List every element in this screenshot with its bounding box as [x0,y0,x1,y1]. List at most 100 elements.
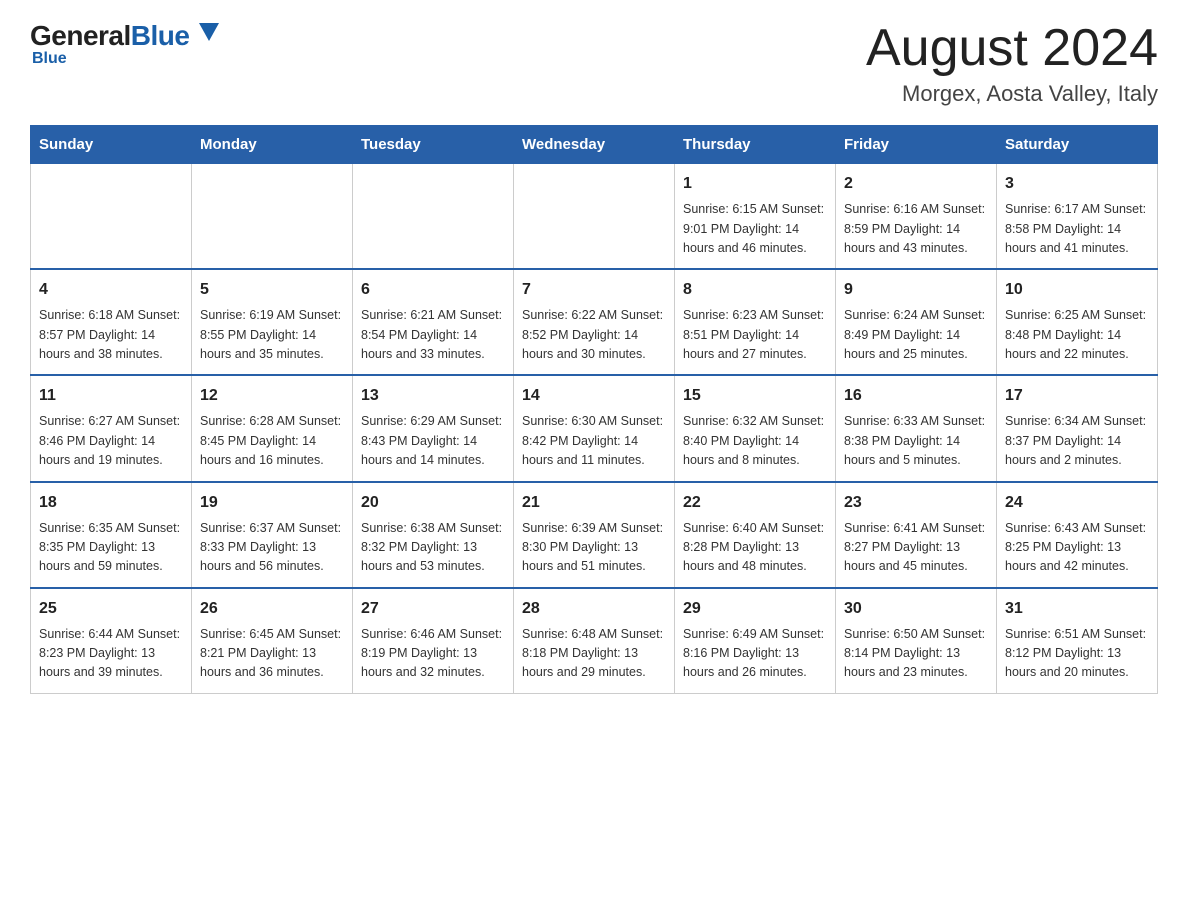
day-info: Sunrise: 6:30 AM Sunset: 8:42 PM Dayligh… [522,412,666,470]
day-number: 16 [844,384,988,408]
calendar-cell: 4 Sunrise: 6:18 AM Sunset: 8:57 PM Daylig… [31,269,192,375]
calendar-cell [192,164,353,270]
day-number: 14 [522,384,666,408]
calendar-cell: 28 Sunrise: 6:48 AM Sunset: 8:18 PM Dayli… [514,588,675,694]
calendar-cell: 5Sunrise: 6:19 AM Sunset: 8:55 PM Daylig… [192,269,353,375]
calendar-cell: 9 Sunrise: 6:24 AM Sunset: 8:49 PM Daylig… [836,269,997,375]
calendar-cell: 7Sunrise: 6:22 AM Sunset: 8:52 PM Daylig… [514,269,675,375]
day-info: Sunrise: 6:38 AM Sunset: 8:32 PM Dayligh… [361,519,505,577]
day-info: Sunrise: 6:41 AM Sunset: 8:27 PM Dayligh… [844,519,988,577]
day-info: Sunrise: 6:32 AM Sunset: 8:40 PM Dayligh… [683,412,827,470]
calendar-week-5: 25 Sunrise: 6:44 AM Sunset: 8:23 PM Dayli… [31,588,1158,694]
calendar-week-3: 11 Sunrise: 6:27 AM Sunset: 8:46 PM Dayli… [31,375,1158,481]
calendar-cell: 27 Sunrise: 6:46 AM Sunset: 8:19 PM Dayli… [353,588,514,694]
day-number: 28 [522,597,666,621]
day-number: 15 [683,384,827,408]
calendar-cell: 19Sunrise: 6:37 AM Sunset: 8:33 PM Dayli… [192,482,353,588]
calendar-week-2: 4 Sunrise: 6:18 AM Sunset: 8:57 PM Daylig… [31,269,1158,375]
calendar-cell: 17 Sunrise: 6:34 AM Sunset: 8:37 PM Dayli… [997,375,1158,481]
day-number: 23 [844,491,988,515]
calendar-cell: 26Sunrise: 6:45 AM Sunset: 8:21 PM Dayli… [192,588,353,694]
day-info: Sunrise: 6:39 AM Sunset: 8:30 PM Dayligh… [522,519,666,577]
day-number: 26 [200,597,344,621]
calendar-cell: 13 Sunrise: 6:29 AM Sunset: 8:43 PM Dayli… [353,375,514,481]
day-info: Sunrise: 6:21 AM Sunset: 8:54 PM Dayligh… [361,306,505,364]
calendar-header-monday: Monday [192,126,353,164]
month-title: August 2024 [866,20,1158,77]
day-info: Sunrise: 6:23 AM Sunset: 8:51 PM Dayligh… [683,306,827,364]
calendar-cell: 3 Sunrise: 6:17 AM Sunset: 8:58 PM Daylig… [997,164,1158,270]
day-info: Sunrise: 6:35 AM Sunset: 8:35 PM Dayligh… [39,519,183,577]
day-info: Sunrise: 6:51 AM Sunset: 8:12 PM Dayligh… [1005,625,1149,683]
calendar-cell: 2 Sunrise: 6:16 AM Sunset: 8:59 PM Daylig… [836,164,997,270]
calendar-cell: 31Sunrise: 6:51 AM Sunset: 8:12 PM Dayli… [997,588,1158,694]
day-info: Sunrise: 6:24 AM Sunset: 8:49 PM Dayligh… [844,306,988,364]
day-number: 21 [522,491,666,515]
calendar-cell: 30 Sunrise: 6:50 AM Sunset: 8:14 PM Dayli… [836,588,997,694]
day-info: Sunrise: 6:17 AM Sunset: 8:58 PM Dayligh… [1005,200,1149,258]
calendar-cell: 10Sunrise: 6:25 AM Sunset: 8:48 PM Dayli… [997,269,1158,375]
day-number: 6 [361,278,505,302]
calendar-cell: 24 Sunrise: 6:43 AM Sunset: 8:25 PM Dayli… [997,482,1158,588]
calendar-cell [353,164,514,270]
day-info: Sunrise: 6:46 AM Sunset: 8:19 PM Dayligh… [361,625,505,683]
day-number: 17 [1005,384,1149,408]
day-info: Sunrise: 6:43 AM Sunset: 8:25 PM Dayligh… [1005,519,1149,577]
day-info: Sunrise: 6:49 AM Sunset: 8:16 PM Dayligh… [683,625,827,683]
day-number: 7 [522,278,666,302]
day-number: 8 [683,278,827,302]
day-number: 30 [844,597,988,621]
calendar-cell: 14 Sunrise: 6:30 AM Sunset: 8:42 PM Dayli… [514,375,675,481]
day-number: 3 [1005,172,1149,196]
calendar-cell: 11 Sunrise: 6:27 AM Sunset: 8:46 PM Dayli… [31,375,192,481]
day-info: Sunrise: 6:50 AM Sunset: 8:14 PM Dayligh… [844,625,988,683]
calendar-cell: 22Sunrise: 6:40 AM Sunset: 8:28 PM Dayli… [675,482,836,588]
logo-text: General Blue [30,20,219,52]
day-info: Sunrise: 6:44 AM Sunset: 8:23 PM Dayligh… [39,625,183,683]
calendar-header-wednesday: Wednesday [514,126,675,164]
day-info: Sunrise: 6:28 AM Sunset: 8:45 PM Dayligh… [200,412,344,470]
calendar-cell: 25 Sunrise: 6:44 AM Sunset: 8:23 PM Dayli… [31,588,192,694]
day-number: 1 [683,172,827,196]
day-info: Sunrise: 6:15 AM Sunset: 9:01 PM Dayligh… [683,200,827,258]
calendar-cell: 21 Sunrise: 6:39 AM Sunset: 8:30 PM Dayli… [514,482,675,588]
calendar-week-1: 1 Sunrise: 6:15 AM Sunset: 9:01 PM Daylig… [31,164,1158,270]
day-number: 27 [361,597,505,621]
day-number: 18 [39,491,183,515]
calendar-cell: 15 Sunrise: 6:32 AM Sunset: 8:40 PM Dayli… [675,375,836,481]
calendar-header-thursday: Thursday [675,126,836,164]
day-info: Sunrise: 6:33 AM Sunset: 8:38 PM Dayligh… [844,412,988,470]
logo-general: General [30,20,131,52]
day-info: Sunrise: 6:16 AM Sunset: 8:59 PM Dayligh… [844,200,988,258]
day-number: 11 [39,384,183,408]
day-number: 2 [844,172,988,196]
day-number: 10 [1005,278,1149,302]
day-number: 29 [683,597,827,621]
title-area: August 2024 Morgex, Aosta Valley, Italy [866,20,1158,107]
day-number: 25 [39,597,183,621]
day-number: 13 [361,384,505,408]
calendar-cell: 20Sunrise: 6:38 AM Sunset: 8:32 PM Dayli… [353,482,514,588]
day-number: 4 [39,278,183,302]
day-number: 9 [844,278,988,302]
day-info: Sunrise: 6:37 AM Sunset: 8:33 PM Dayligh… [200,519,344,577]
calendar-header-saturday: Saturday [997,126,1158,164]
day-info: Sunrise: 6:29 AM Sunset: 8:43 PM Dayligh… [361,412,505,470]
day-info: Sunrise: 6:27 AM Sunset: 8:46 PM Dayligh… [39,412,183,470]
day-info: Sunrise: 6:18 AM Sunset: 8:57 PM Dayligh… [39,306,183,364]
calendar-cell: 8 Sunrise: 6:23 AM Sunset: 8:51 PM Daylig… [675,269,836,375]
day-info: Sunrise: 6:48 AM Sunset: 8:18 PM Dayligh… [522,625,666,683]
day-number: 24 [1005,491,1149,515]
calendar-cell: 1 Sunrise: 6:15 AM Sunset: 9:01 PM Daylig… [675,164,836,270]
calendar-cell [514,164,675,270]
calendar-cell: 29 Sunrise: 6:49 AM Sunset: 8:16 PM Dayli… [675,588,836,694]
logo-blue-part: Blue [131,20,219,52]
calendar-header-tuesday: Tuesday [353,126,514,164]
day-info: Sunrise: 6:34 AM Sunset: 8:37 PM Dayligh… [1005,412,1149,470]
calendar-cell [31,164,192,270]
calendar-header-friday: Friday [836,126,997,164]
day-info: Sunrise: 6:40 AM Sunset: 8:28 PM Dayligh… [683,519,827,577]
calendar-cell: 18 Sunrise: 6:35 AM Sunset: 8:35 PM Dayli… [31,482,192,588]
header: General Blue Blue August 2024 Morgex, Ao… [30,20,1158,107]
logo-underline: Blue [32,50,67,68]
